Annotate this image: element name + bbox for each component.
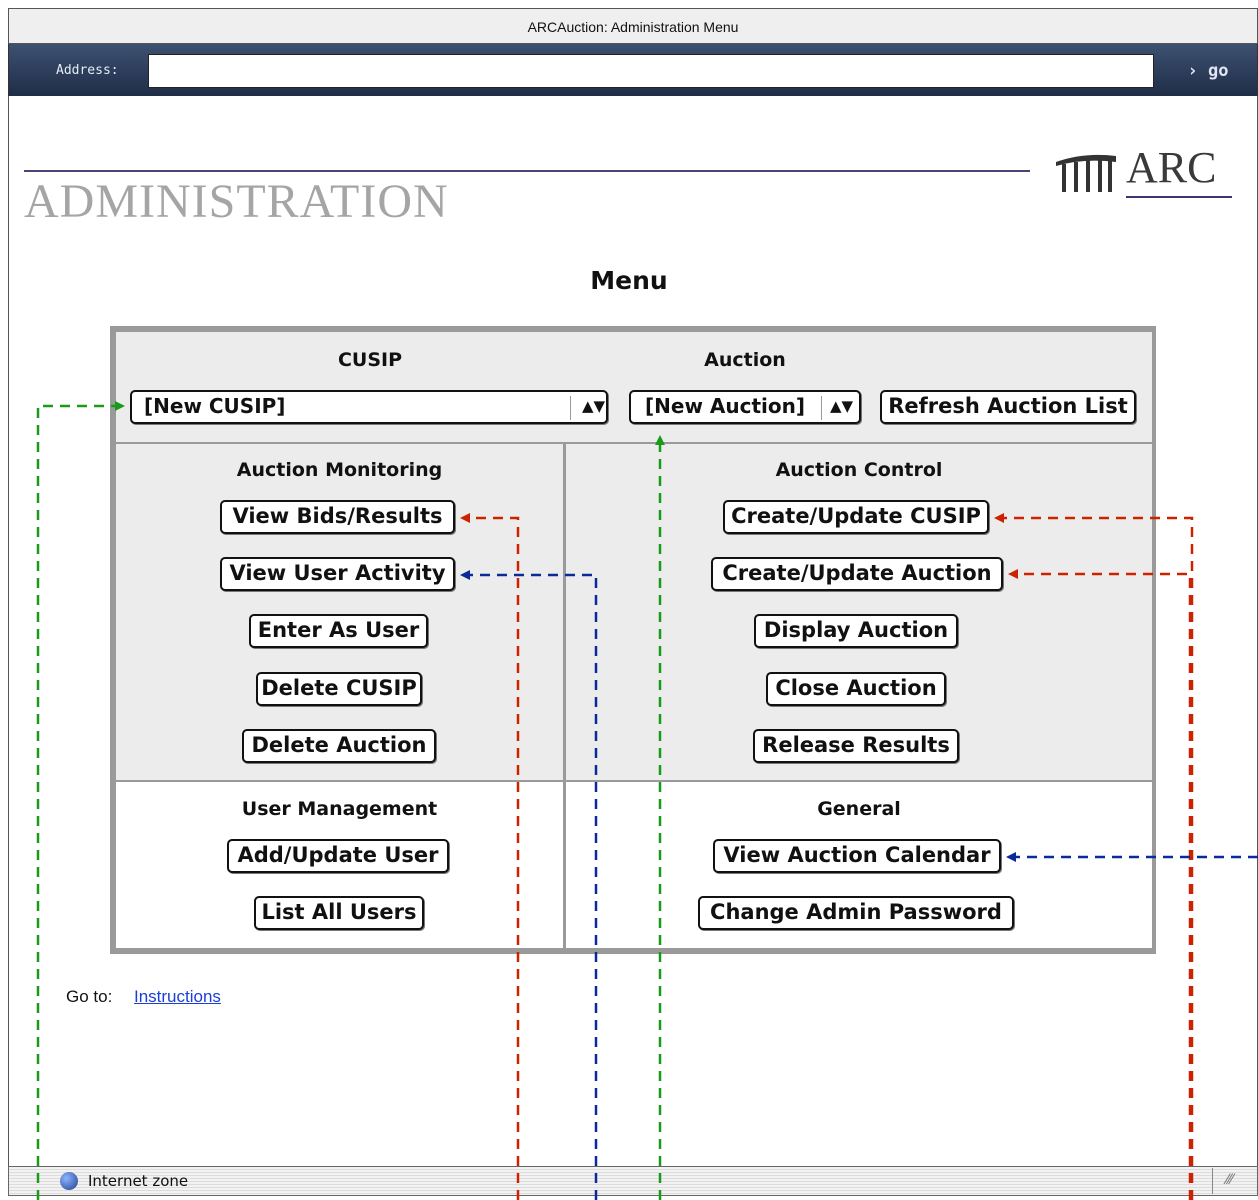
annotation-arrow-create-cusip xyxy=(994,513,1194,1200)
annotation-arrow-create-auction xyxy=(1008,569,1192,1200)
annotation-overlay xyxy=(36,401,1258,1200)
annotation-arrow-view-user-activity xyxy=(460,570,598,1200)
annotation-arrow-cusip-select xyxy=(36,401,125,1200)
annotation-arrow-view-bids xyxy=(460,513,520,1200)
